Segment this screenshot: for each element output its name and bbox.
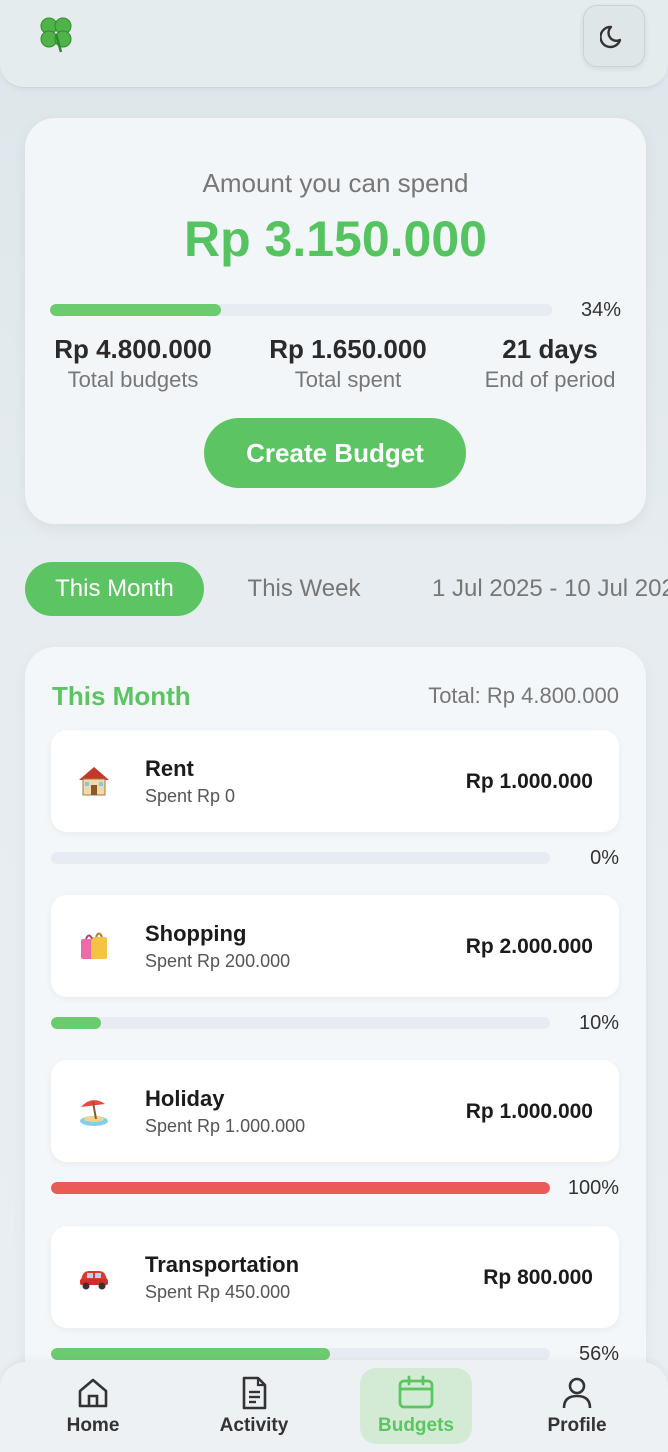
budget-progress-fill [51,1017,101,1029]
overall-progress-percent: 34% [580,299,621,321]
budget-progress-bar [51,1348,550,1360]
stat-label: Total spent [294,367,402,392]
nav-home[interactable]: Home [37,1368,149,1444]
budget-progress-bar [51,852,550,864]
tab-this-month[interactable]: This Month [25,562,204,616]
budget-item-spent: Spent Rp 200.000 [145,951,291,971]
budget-progress-percent: 10% [578,1012,619,1034]
budget-progress-percent: 100% [567,1177,619,1199]
stat-value: 21 days [502,334,598,364]
nav-label: Activity [219,1415,289,1436]
beach-umbrella-icon [80,1100,108,1126]
budget-progress-fill [51,1182,550,1194]
bottom-navigation: Home Activity Budgets Profile [0,1362,668,1452]
budget-item-name: Rent [145,756,194,781]
nav-label: Home [66,1415,120,1436]
budget-item-amount: Rp 800.000 [483,1266,593,1289]
budget-item-name: Shopping [145,921,247,946]
budget-list-card: This Month Total: Rp 4.800.000 Rent Spen… [25,647,646,1407]
stat-end-of-period: 21 days End of period [470,334,630,393]
budget-list-title: This Month [52,681,191,711]
amount-can-spend-value: Rp 3.150.000 [184,211,487,267]
budget-item-name: Holiday [145,1086,225,1111]
budget-item-amount: Rp 2.000.000 [465,935,593,958]
amount-can-spend-label: Amount you can spend [202,168,469,198]
budget-item-rent[interactable]: Rent Spent Rp 0 Rp 1.000.000 [51,730,619,832]
nav-label: Budgets [378,1415,454,1436]
overall-progress-bar [50,304,552,316]
stat-total-budgets: Rp 4.800.000 Total budgets [43,334,223,393]
budget-progress-bar [51,1182,550,1194]
budget-item-amount: Rp 1.000.000 [465,1100,593,1123]
house-icon [79,767,109,796]
stat-value: Rp 1.650.000 [269,334,427,364]
theme-toggle-button[interactable] [583,5,645,67]
budget-item-spent: Spent Rp 450.000 [145,1282,291,1302]
create-budget-button[interactable]: Create Budget [204,418,466,488]
calendar-icon [398,1375,434,1409]
budget-item-amount: Rp 1.000.000 [465,770,593,793]
document-icon [242,1376,267,1410]
tab-custom-range[interactable]: 1 Jul 2025 - 10 Jul 2025 [417,562,668,616]
nav-label: Profile [547,1415,607,1436]
overall-progress-fill [50,304,221,316]
home-icon [78,1378,108,1408]
stat-value: Rp 4.800.000 [54,334,212,364]
top-bar [0,0,668,88]
spending-summary-card: Amount you can spend Rp 3.150.000 34% Rp… [25,118,646,524]
stat-total-spent: Rp 1.650.000 Total spent [258,334,438,393]
budget-item-name: Transportation [145,1252,300,1277]
period-tabs: This Month This Week 1 Jul 2025 - 10 Jul… [25,562,668,616]
nav-profile[interactable]: Profile [521,1368,633,1444]
budget-progress-fill [51,1348,331,1360]
stat-label: Total budgets [67,367,199,392]
budget-progress-bar [51,1017,550,1029]
budget-list-total: Total: Rp 4.800.000 [428,683,619,708]
budget-progress-percent: 0% [590,847,619,869]
nav-activity[interactable]: Activity [198,1368,310,1444]
tab-this-week[interactable]: This Week [225,562,383,616]
budget-item-spent: Spent Rp 0 [145,786,236,806]
budget-item-transportation[interactable]: Transportation Spent Rp 450.000 Rp 800.0… [51,1226,619,1328]
stat-label: End of period [484,367,616,392]
budget-item-spent: Spent Rp 1.000.000 [145,1116,306,1136]
shopping-bags-icon [81,932,107,959]
budget-item-shopping[interactable]: Shopping Spent Rp 200.000 Rp 2.000.000 [51,895,619,997]
user-icon [562,1377,592,1409]
four-leaf-clover-icon[interactable] [34,12,78,56]
car-icon [80,1271,108,1290]
budget-item-holiday[interactable]: Holiday Spent Rp 1.000.000 Rp 1.000.000 [51,1060,619,1162]
moon-icon [600,25,622,49]
nav-budgets[interactable]: Budgets [360,1368,472,1444]
